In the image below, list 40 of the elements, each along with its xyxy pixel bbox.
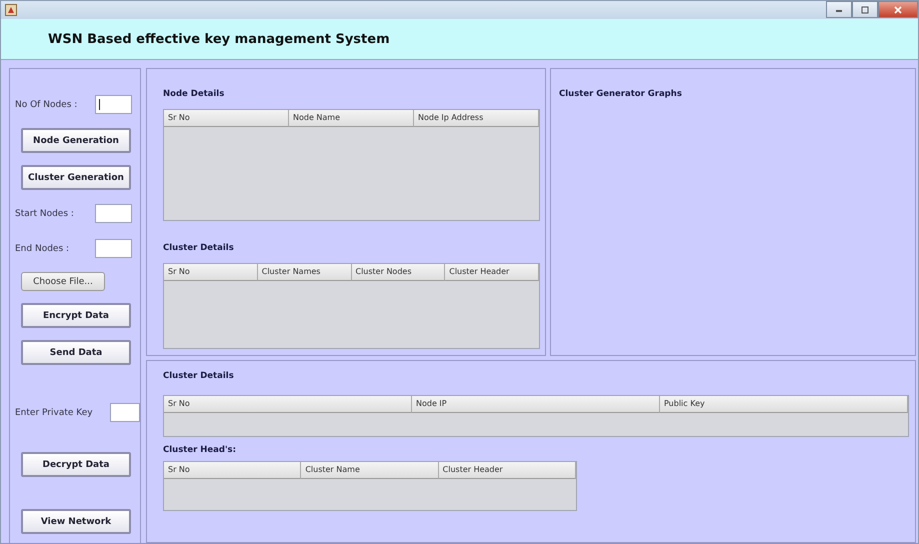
input-field[interactable] bbox=[110, 403, 140, 422]
action-button[interactable]: View Network bbox=[21, 509, 131, 534]
field-label: Enter Private Key bbox=[15, 408, 93, 418]
column-header[interactable]: Sr No bbox=[164, 110, 289, 127]
section-title: Cluster Details bbox=[163, 243, 235, 253]
field-label: Start Nodes : bbox=[15, 208, 74, 218]
section-title: Cluster Head's: bbox=[163, 445, 238, 455]
column-header[interactable]: Node IP bbox=[412, 396, 660, 413]
app-icon bbox=[5, 4, 17, 16]
action-button[interactable]: Encrypt Data bbox=[21, 303, 131, 328]
column-header[interactable]: Sr No bbox=[164, 462, 302, 479]
maximize-icon bbox=[861, 6, 869, 14]
column-header[interactable]: Cluster Names bbox=[258, 264, 352, 281]
app-title: WSN Based effective key management System bbox=[48, 32, 390, 46]
action-button[interactable]: Node Generation bbox=[21, 128, 131, 153]
column-header[interactable]: Cluster Nodes bbox=[352, 264, 446, 281]
column-header[interactable]: Sr No bbox=[164, 264, 258, 281]
column-header[interactable]: Cluster Name bbox=[301, 462, 439, 479]
maximize-button[interactable] bbox=[852, 1, 878, 18]
choose-file-button[interactable]: Choose File... bbox=[21, 272, 105, 291]
column-header[interactable]: Node Ip Address bbox=[414, 110, 539, 127]
section-title: Node Details bbox=[163, 89, 226, 99]
minimize-button[interactable] bbox=[826, 1, 852, 18]
section-title: Cluster Details bbox=[163, 371, 235, 381]
section-title: Cluster Generator Graphs bbox=[559, 89, 683, 99]
column-header[interactable]: Node Name bbox=[289, 110, 414, 127]
column-header[interactable]: Sr No bbox=[164, 396, 412, 413]
action-button[interactable]: Decrypt Data bbox=[21, 452, 131, 477]
column-header[interactable]: Cluster Header bbox=[445, 264, 539, 281]
close-button[interactable] bbox=[878, 1, 918, 18]
field-label: End Nodes : bbox=[15, 244, 70, 254]
column-header[interactable]: Cluster Header bbox=[438, 462, 576, 479]
close-icon bbox=[894, 6, 902, 14]
field-label: No Of Nodes : bbox=[15, 100, 78, 110]
action-button[interactable]: Send Data bbox=[21, 340, 131, 365]
input-field[interactable] bbox=[95, 95, 132, 114]
input-field[interactable] bbox=[95, 239, 132, 258]
input-field[interactable] bbox=[95, 204, 132, 223]
column-header[interactable]: Public Key bbox=[660, 396, 908, 413]
action-button[interactable]: Cluster Generation bbox=[21, 165, 131, 190]
